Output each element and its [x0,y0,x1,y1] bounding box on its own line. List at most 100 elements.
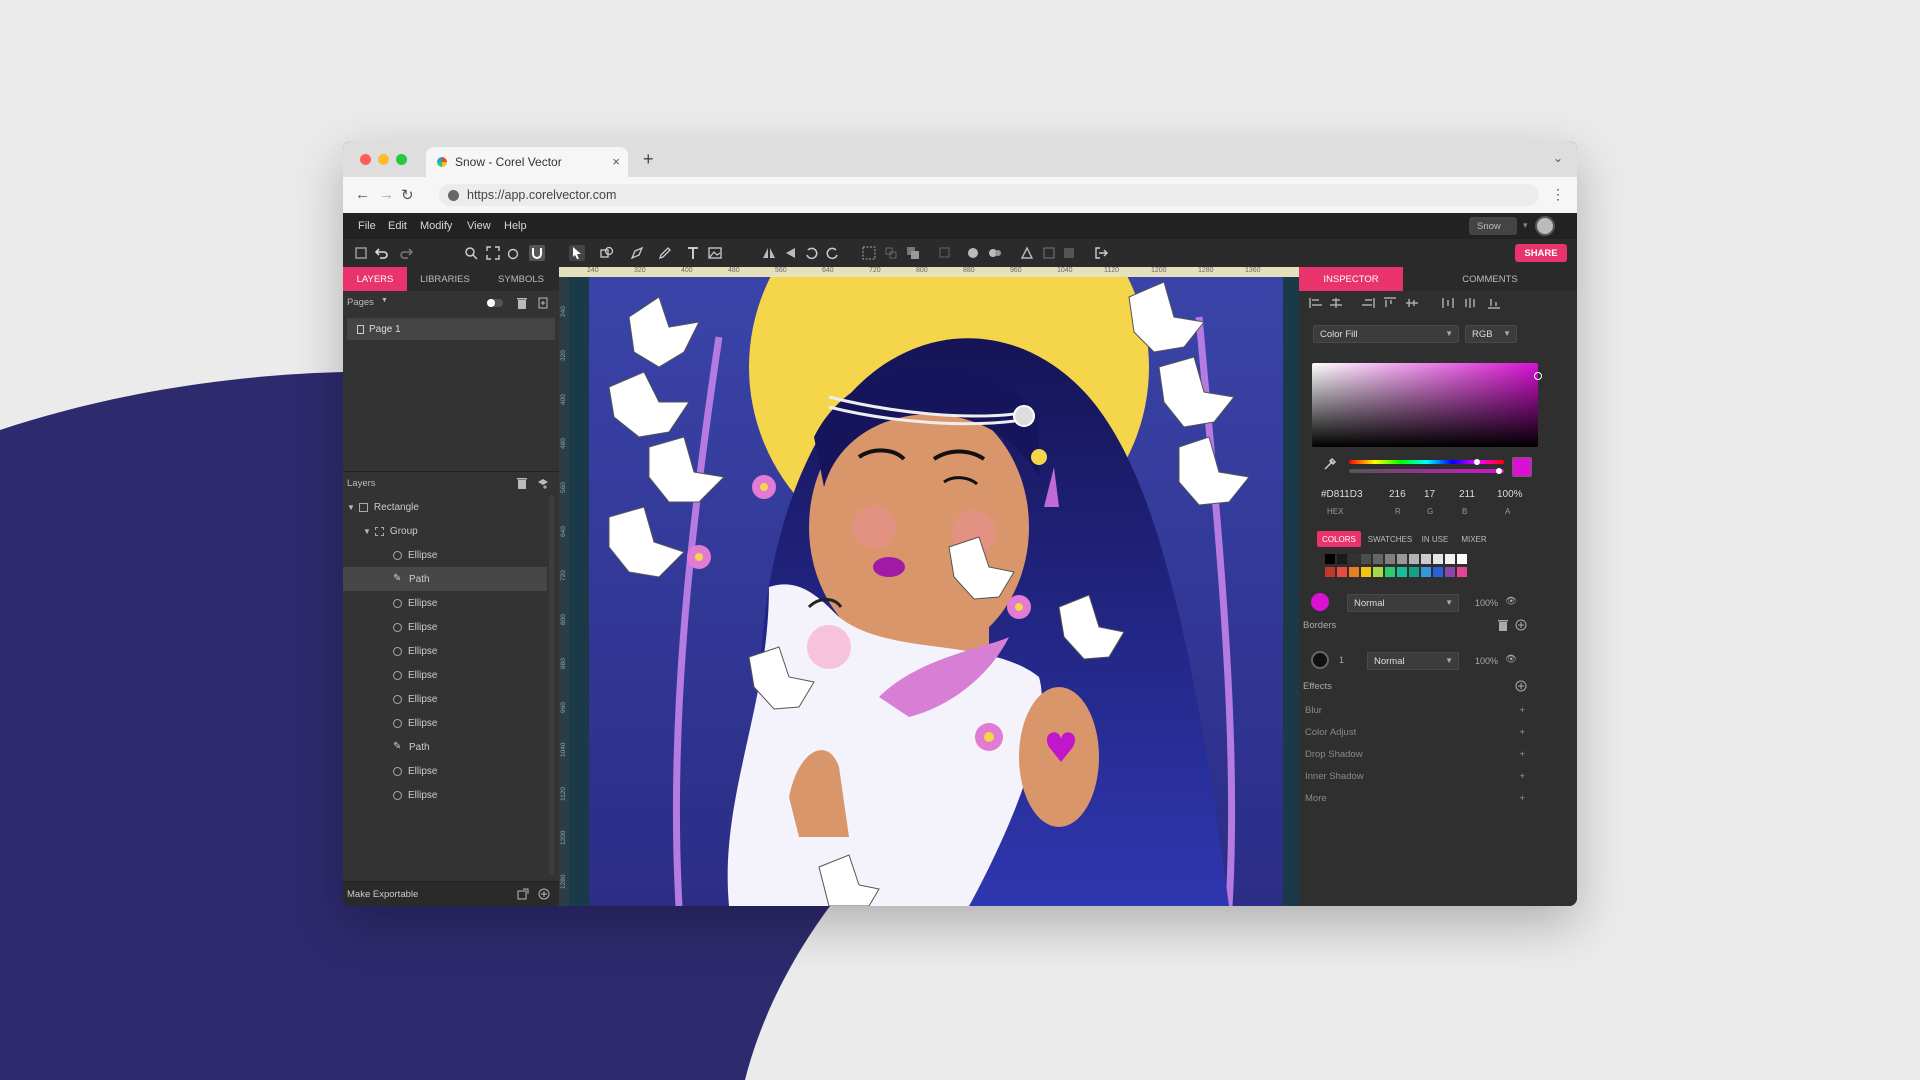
swatch[interactable] [1409,554,1419,564]
hue-slider[interactable] [1349,459,1504,465]
pencil-tool-icon[interactable] [657,245,673,261]
swatch[interactable] [1421,567,1431,577]
b-value[interactable]: 211 [1459,489,1475,500]
r-value[interactable]: 216 [1389,489,1406,500]
tab-mixer[interactable]: MIXER [1455,531,1493,547]
fill-blend-dropdown[interactable]: Normal ▼ [1347,594,1459,612]
fill-type-dropdown[interactable]: Color Fill ▼ [1313,325,1459,343]
hue-slider-handle[interactable] [1474,459,1480,465]
maximize-window-button[interactable] [396,154,407,165]
swatch[interactable] [1349,567,1359,577]
menu-modify[interactable]: Modify [420,220,452,232]
layer-ellipse[interactable]: Ellipse [343,639,547,663]
swatch[interactable] [1349,554,1359,564]
menu-view[interactable]: View [467,220,491,232]
browser-menu-icon[interactable]: ⋮ [1551,186,1565,203]
swatch[interactable] [1337,554,1347,564]
swatch[interactable] [1373,567,1383,577]
select-pointer-icon[interactable] [569,245,585,261]
swatch[interactable] [1361,567,1371,577]
swatch[interactable] [1325,554,1335,564]
user-menu-chevron-icon[interactable]: ▾ [1523,220,1528,231]
swatch[interactable] [1397,554,1407,564]
layer-path[interactable]: ✎ Path [343,567,547,591]
page-item[interactable]: Page 1 [347,318,555,340]
layer-ellipse[interactable]: Ellipse [343,687,547,711]
border-opacity[interactable]: 100% [1475,656,1498,666]
distribute-objects-icon[interactable] [987,245,1003,261]
g-value[interactable]: 17 [1424,489,1435,500]
add-export-icon[interactable] [538,888,550,900]
swatch[interactable] [1457,567,1467,577]
make-exportable-label[interactable]: Make Exportable [347,889,418,900]
swatch[interactable] [1433,554,1443,564]
layer-ellipse[interactable]: Ellipse [343,759,547,783]
align-right-icon[interactable] [1361,297,1375,309]
hand-tool-icon[interactable] [505,245,521,261]
shape-builder-icon[interactable] [1019,245,1035,261]
user-chip[interactable]: Snow [1469,217,1517,235]
save-icon[interactable] [353,245,369,261]
distribute-horizontal-icon[interactable] [1441,297,1455,309]
site-info-icon[interactable] [448,189,459,201]
eyedropper-icon[interactable] [1323,457,1337,471]
layer-ellipse[interactable]: Ellipse [343,543,547,567]
plus-icon[interactable]: + [1519,793,1525,804]
effect-blur-row[interactable]: Blur + [1305,705,1529,716]
share-button[interactable]: SHARE [1515,244,1567,262]
rotate-left-icon[interactable] [803,245,819,261]
border-color-chip[interactable] [1311,651,1329,669]
layer-ellipse[interactable]: Ellipse [343,711,547,735]
layer-ellipse[interactable]: Ellipse [343,783,547,807]
swatch[interactable] [1385,567,1395,577]
arrange-icon[interactable] [905,245,921,261]
swatch[interactable] [1337,567,1347,577]
delete-layer-icon[interactable] [517,477,527,489]
image-tool-icon[interactable] [707,245,723,261]
distribute-vertical-icon[interactable] [1463,297,1477,309]
tab-close-icon[interactable]: × [612,154,620,169]
fit-icon[interactable] [485,245,501,261]
layer-rectangle[interactable]: ▼ Rectangle [343,495,547,519]
swatch[interactable] [1373,554,1383,564]
align-objects-icon[interactable] [965,245,981,261]
swatch[interactable] [1409,567,1419,577]
align-left-icon[interactable] [1309,297,1323,309]
plus-icon[interactable]: + [1519,705,1525,716]
align-bottom-icon[interactable] [1487,297,1501,309]
tab-in-use[interactable]: IN USE [1417,531,1453,547]
swatch[interactable] [1361,554,1371,564]
layer-ellipse[interactable]: Ellipse [343,591,547,615]
swatch[interactable] [1445,567,1455,577]
reload-icon[interactable]: ↻ [401,186,414,204]
border-blend-dropdown[interactable]: Normal ▼ [1367,652,1459,670]
swatch[interactable] [1397,567,1407,577]
new-tab-button[interactable]: + [643,149,654,170]
color-picker-field[interactable] [1312,363,1542,447]
effect-inner-shadow-row[interactable]: Inner Shadow + [1305,771,1529,782]
canvas[interactable]: 240 320 400 480 560 640 720 800 880 960 … [559,267,1299,906]
avatar[interactable] [1535,216,1555,236]
swatch[interactable] [1325,567,1335,577]
ungroup-icon[interactable] [883,245,899,261]
back-arrow-icon[interactable]: ← [355,186,370,203]
tab-colors[interactable]: COLORS [1317,531,1361,547]
boolean-icon[interactable] [937,245,953,261]
hex-value[interactable]: #D811D3 [1321,489,1363,500]
fill-opacity[interactable]: 100% [1475,598,1498,608]
menu-edit[interactable]: Edit [388,220,407,232]
forward-arrow-icon[interactable]: → [379,186,394,203]
tab-symbols[interactable]: SYMBOLS [483,267,559,291]
a-value[interactable]: 100% [1497,489,1523,500]
add-page-icon[interactable] [538,297,548,309]
swatch[interactable] [1433,567,1443,577]
mask-icon[interactable] [1041,245,1057,261]
rotate-right-icon[interactable] [825,245,841,261]
chevron-down-icon[interactable]: ⌄ [1553,151,1563,165]
tab-libraries[interactable]: LIBRARIES [407,267,483,291]
current-color-swatch[interactable] [1512,457,1532,477]
zoom-icon[interactable] [463,245,479,261]
flip-vertical-icon[interactable] [783,245,799,261]
pages-toggle[interactable] [487,299,503,307]
swatch[interactable] [1385,554,1395,564]
